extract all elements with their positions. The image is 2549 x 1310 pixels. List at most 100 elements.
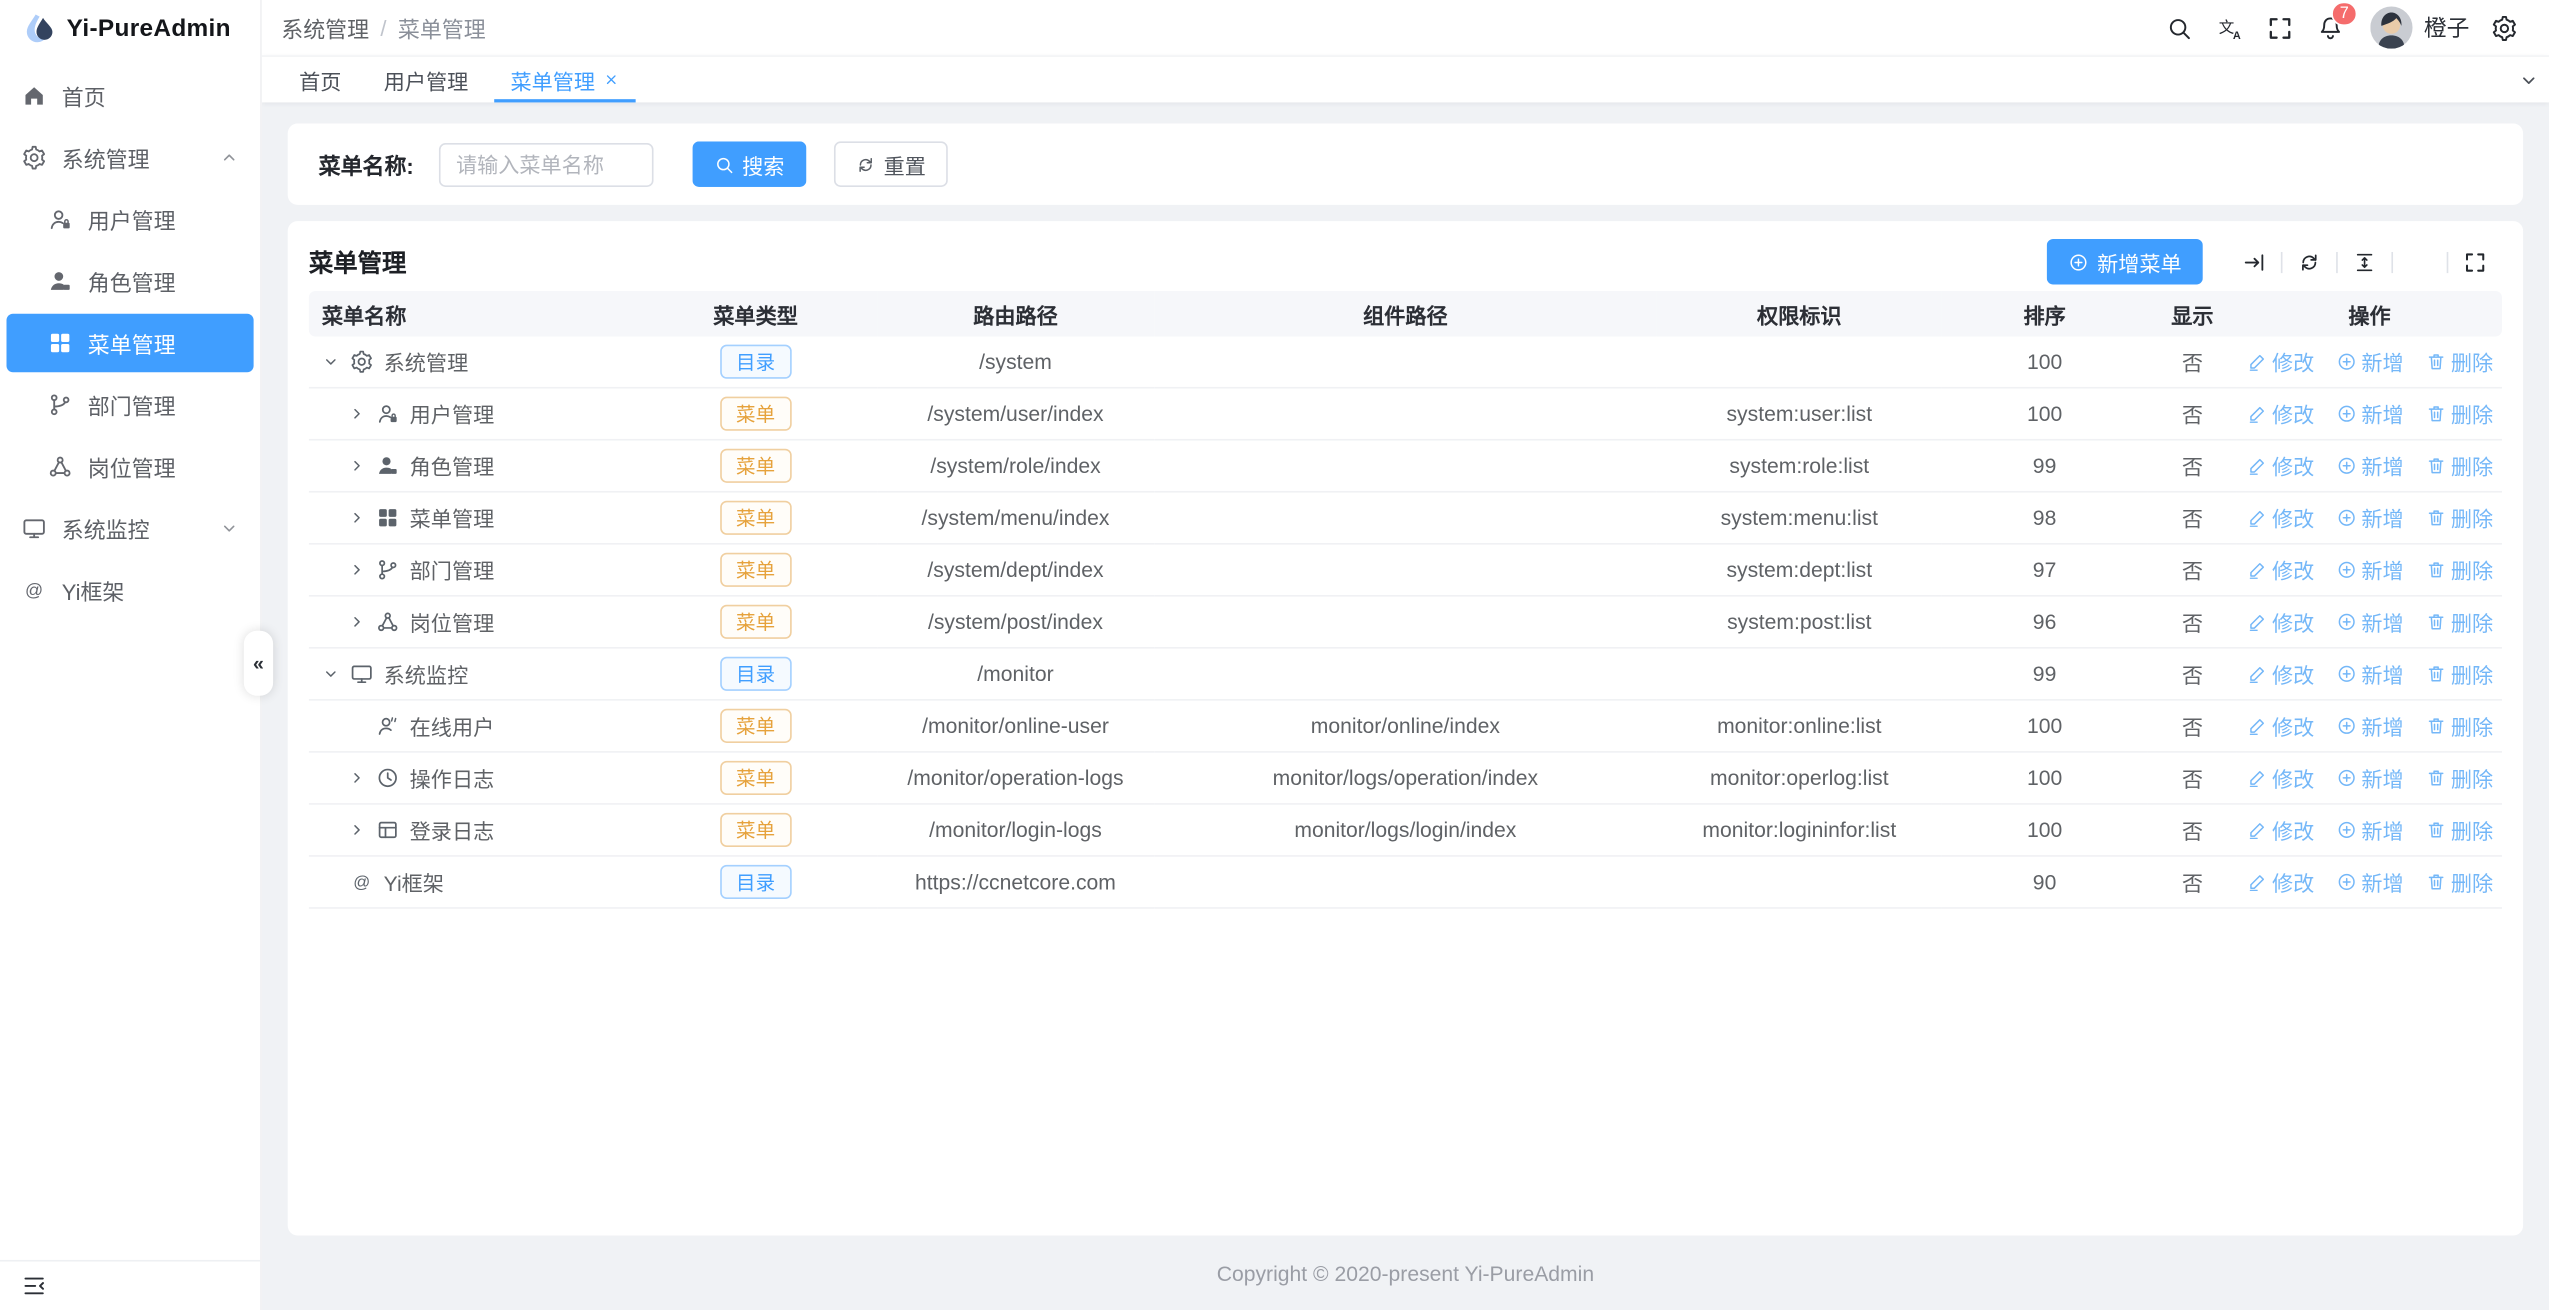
sidebar-item-home[interactable]: 首页: [7, 67, 254, 126]
edit-action[interactable]: 修改: [2246, 450, 2314, 481]
app-logo[interactable]: Yi-PureAdmin: [0, 0, 260, 55]
cell-show: 否: [2148, 440, 2237, 492]
chevron-down-icon[interactable]: [322, 665, 340, 683]
chevron-right-icon[interactable]: [348, 613, 366, 631]
notifications-button[interactable]: 7: [2305, 0, 2355, 55]
search-button[interactable]: [2154, 0, 2204, 55]
type-badge: 菜单: [720, 501, 792, 535]
search-submit-button[interactable]: 搜索: [692, 141, 806, 187]
sidebar-item-label: Yi框架: [62, 574, 125, 607]
table-row: 角色管理菜单/system/role/indexsystem:role:list…: [309, 440, 2502, 492]
add-action[interactable]: 新增: [2335, 710, 2403, 741]
chevron-down-icon[interactable]: [322, 353, 340, 371]
breadcrumb-item[interactable]: 系统管理: [281, 11, 369, 44]
delete-action[interactable]: 删除: [2425, 814, 2493, 845]
settings-button[interactable]: [2479, 0, 2529, 55]
sidebar: Yi-PureAdmin 首页系统管理用户管理角色管理菜单管理部门管理岗位管理系…: [0, 0, 262, 1310]
delete-action[interactable]: 删除: [2425, 866, 2493, 897]
chevron-right-icon[interactable]: [348, 509, 366, 527]
close-icon[interactable]: [603, 72, 619, 88]
cell-menu-name: @Yi框架: [309, 856, 634, 908]
cell-menu-name: 在线用户: [309, 700, 634, 752]
chevron-right-icon[interactable]: [348, 405, 366, 423]
cell-sort: 96: [1941, 596, 2147, 648]
edit-action[interactable]: 修改: [2246, 658, 2314, 689]
sidebar-item-yi[interactable]: @Yi框架: [7, 561, 254, 620]
chevron-right-icon[interactable]: [348, 769, 366, 787]
add-action[interactable]: 新增: [2335, 346, 2403, 377]
breadcrumb-item-current: 菜单管理: [398, 11, 486, 44]
tab-用户管理[interactable]: 用户管理: [363, 57, 490, 103]
sidebar-item-post[interactable]: 岗位管理: [7, 437, 254, 496]
fullscreen-button[interactable]: [2255, 0, 2305, 55]
cell-actions: 修改新增删除: [2237, 700, 2502, 752]
delete-action[interactable]: 删除: [2425, 554, 2493, 585]
table-row: 菜单管理菜单/system/menu/indexsystem:menu:list…: [309, 492, 2502, 544]
sidebar-item-dept[interactable]: 部门管理: [7, 376, 254, 435]
settings-icon[interactable]: [2408, 250, 2432, 274]
cell-show: 否: [2148, 648, 2237, 700]
delete-action[interactable]: 删除: [2425, 658, 2493, 689]
sidebar-item-system[interactable]: 系统管理: [7, 128, 254, 187]
refresh-icon[interactable]: [2297, 250, 2321, 274]
menu-fold-icon[interactable]: [21, 1273, 47, 1299]
sidebar-item-monitor[interactable]: 系统监控: [7, 499, 254, 558]
add-menu-button[interactable]: 新增菜单: [2047, 239, 2203, 285]
edit-action[interactable]: 修改: [2246, 346, 2314, 377]
cell-menu-name: 系统管理: [309, 337, 634, 388]
chevron-right-icon[interactable]: [348, 561, 366, 579]
sidebar-item-user[interactable]: 用户管理: [7, 190, 254, 249]
type-badge: 菜单: [720, 449, 792, 483]
plus-circle-icon: [2335, 351, 2356, 372]
avatar[interactable]: [2370, 7, 2412, 49]
add-action[interactable]: 新增: [2335, 762, 2403, 793]
density-icon[interactable]: [2352, 250, 2376, 274]
arrow-bar-icon[interactable]: [2242, 250, 2266, 274]
cell-route-path: /monitor/online-user: [877, 700, 1153, 752]
edit-action[interactable]: 修改: [2246, 762, 2314, 793]
sidebar-item-menu[interactable]: 菜单管理: [7, 314, 254, 373]
chevron-right-icon[interactable]: [348, 457, 366, 475]
delete-action[interactable]: 删除: [2425, 606, 2493, 637]
cell-route-path: /system/dept/index: [877, 544, 1153, 596]
fullscreen-icon[interactable]: [2463, 250, 2487, 274]
add-action[interactable]: 新增: [2335, 502, 2403, 533]
add-action[interactable]: 新增: [2335, 658, 2403, 689]
edit-action[interactable]: 修改: [2246, 866, 2314, 897]
edit-action[interactable]: 修改: [2246, 502, 2314, 533]
sidebar-collapse-handle[interactable]: «: [244, 631, 273, 696]
edit-icon: [2246, 871, 2267, 892]
delete-action[interactable]: 删除: [2425, 710, 2493, 741]
username[interactable]: 橙子: [2424, 11, 2470, 44]
add-action[interactable]: 新增: [2335, 866, 2403, 897]
cell-menu-name: 菜单管理: [309, 492, 634, 544]
edit-action[interactable]: 修改: [2246, 814, 2314, 845]
add-action[interactable]: 新增: [2335, 814, 2403, 845]
edit-action[interactable]: 修改: [2246, 554, 2314, 585]
cell-sort: 99: [1941, 648, 2147, 700]
cell-show: 否: [2148, 752, 2237, 804]
notification-badge: 7: [2331, 2, 2357, 26]
cell-menu-name: 岗位管理: [309, 596, 634, 648]
reset-button[interactable]: 重置: [833, 141, 947, 187]
edit-action[interactable]: 修改: [2246, 398, 2314, 429]
delete-action[interactable]: 删除: [2425, 398, 2493, 429]
tabs-dropdown-button[interactable]: [2508, 57, 2549, 103]
sidebar-item-role[interactable]: 角色管理: [7, 252, 254, 311]
add-action[interactable]: 新增: [2335, 450, 2403, 481]
delete-action[interactable]: 删除: [2425, 346, 2493, 377]
tab-菜单管理[interactable]: 菜单管理: [489, 57, 640, 103]
add-action[interactable]: 新增: [2335, 606, 2403, 637]
edit-action[interactable]: 修改: [2246, 606, 2314, 637]
edit-action[interactable]: 修改: [2246, 710, 2314, 741]
cell-menu-name: 登录日志: [309, 804, 634, 856]
add-action[interactable]: 新增: [2335, 398, 2403, 429]
delete-action[interactable]: 删除: [2425, 502, 2493, 533]
add-action[interactable]: 新增: [2335, 554, 2403, 585]
delete-action[interactable]: 删除: [2425, 450, 2493, 481]
menu-name-input[interactable]: [438, 142, 653, 186]
tab-首页[interactable]: 首页: [278, 57, 363, 103]
translate-button[interactable]: 文A: [2204, 0, 2254, 55]
chevron-right-icon[interactable]: [348, 821, 366, 839]
delete-action[interactable]: 删除: [2425, 762, 2493, 793]
